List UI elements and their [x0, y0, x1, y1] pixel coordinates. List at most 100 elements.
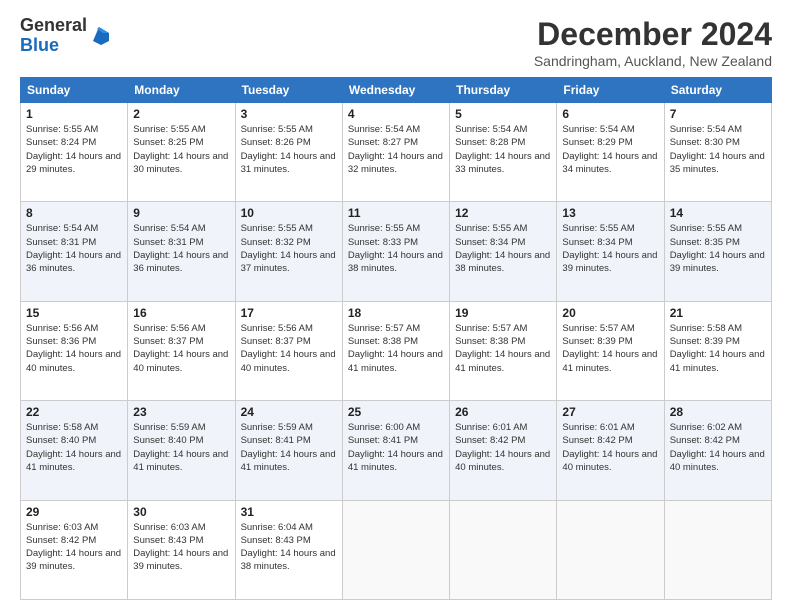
day-detail: Sunrise: 6:01 AMSunset: 8:42 PMDaylight:…: [562, 422, 657, 473]
day-number: 14: [670, 206, 766, 220]
day-number: 18: [348, 306, 444, 320]
day-detail: Sunrise: 5:55 AMSunset: 8:26 PMDaylight:…: [241, 124, 336, 175]
table-row: 22 Sunrise: 5:58 AMSunset: 8:40 PMDaylig…: [21, 401, 128, 500]
table-row: 30 Sunrise: 6:03 AMSunset: 8:43 PMDaylig…: [128, 500, 235, 599]
day-detail: Sunrise: 5:55 AMSunset: 8:25 PMDaylight:…: [133, 124, 228, 175]
day-detail: Sunrise: 5:55 AMSunset: 8:33 PMDaylight:…: [348, 223, 443, 274]
table-row: 28 Sunrise: 6:02 AMSunset: 8:42 PMDaylig…: [664, 401, 771, 500]
table-row: 2 Sunrise: 5:55 AMSunset: 8:25 PMDayligh…: [128, 103, 235, 202]
day-number: 1: [26, 107, 122, 121]
day-detail: Sunrise: 5:55 AMSunset: 8:35 PMDaylight:…: [670, 223, 765, 274]
day-number: 10: [241, 206, 337, 220]
table-row: 9 Sunrise: 5:54 AMSunset: 8:31 PMDayligh…: [128, 202, 235, 301]
logo-icon: [89, 25, 111, 47]
day-number: 30: [133, 505, 229, 519]
day-detail: Sunrise: 5:58 AMSunset: 8:39 PMDaylight:…: [670, 323, 765, 374]
table-row: 27 Sunrise: 6:01 AMSunset: 8:42 PMDaylig…: [557, 401, 664, 500]
day-number: 21: [670, 306, 766, 320]
calendar-page: General Blue December 2024 Sandringham, …: [0, 0, 792, 612]
table-row: 25 Sunrise: 6:00 AMSunset: 8:41 PMDaylig…: [342, 401, 449, 500]
header-row: Sunday Monday Tuesday Wednesday Thursday…: [21, 78, 772, 103]
table-row: 3 Sunrise: 5:55 AMSunset: 8:26 PMDayligh…: [235, 103, 342, 202]
day-detail: Sunrise: 5:59 AMSunset: 8:41 PMDaylight:…: [241, 422, 336, 473]
day-detail: Sunrise: 5:58 AMSunset: 8:40 PMDaylight:…: [26, 422, 121, 473]
day-number: 17: [241, 306, 337, 320]
table-row: 19 Sunrise: 5:57 AMSunset: 8:38 PMDaylig…: [450, 301, 557, 400]
day-detail: Sunrise: 6:01 AMSunset: 8:42 PMDaylight:…: [455, 422, 550, 473]
table-row: 17 Sunrise: 5:56 AMSunset: 8:37 PMDaylig…: [235, 301, 342, 400]
day-number: 7: [670, 107, 766, 121]
logo: General Blue: [20, 16, 111, 56]
day-detail: Sunrise: 5:55 AMSunset: 8:34 PMDaylight:…: [562, 223, 657, 274]
day-number: 2: [133, 107, 229, 121]
table-row: 29 Sunrise: 6:03 AMSunset: 8:42 PMDaylig…: [21, 500, 128, 599]
table-row: 1 Sunrise: 5:55 AMSunset: 8:24 PMDayligh…: [21, 103, 128, 202]
day-number: 29: [26, 505, 122, 519]
day-detail: Sunrise: 5:54 AMSunset: 8:29 PMDaylight:…: [562, 124, 657, 175]
title-block: December 2024 Sandringham, Auckland, New…: [534, 16, 772, 69]
col-tuesday: Tuesday: [235, 78, 342, 103]
day-number: 6: [562, 107, 658, 121]
day-number: 5: [455, 107, 551, 121]
day-number: 24: [241, 405, 337, 419]
day-detail: Sunrise: 5:54 AMSunset: 8:28 PMDaylight:…: [455, 124, 550, 175]
day-detail: Sunrise: 5:55 AMSunset: 8:24 PMDaylight:…: [26, 124, 121, 175]
table-row: [557, 500, 664, 599]
day-number: 28: [670, 405, 766, 419]
day-detail: Sunrise: 5:54 AMSunset: 8:30 PMDaylight:…: [670, 124, 765, 175]
day-detail: Sunrise: 5:55 AMSunset: 8:34 PMDaylight:…: [455, 223, 550, 274]
table-row: 10 Sunrise: 5:55 AMSunset: 8:32 PMDaylig…: [235, 202, 342, 301]
day-detail: Sunrise: 6:03 AMSunset: 8:43 PMDaylight:…: [133, 522, 228, 573]
day-detail: Sunrise: 6:04 AMSunset: 8:43 PMDaylight:…: [241, 522, 336, 573]
table-row: 15 Sunrise: 5:56 AMSunset: 8:36 PMDaylig…: [21, 301, 128, 400]
col-saturday: Saturday: [664, 78, 771, 103]
day-number: 31: [241, 505, 337, 519]
table-row: 16 Sunrise: 5:56 AMSunset: 8:37 PMDaylig…: [128, 301, 235, 400]
day-number: 4: [348, 107, 444, 121]
day-number: 27: [562, 405, 658, 419]
calendar-table: Sunday Monday Tuesday Wednesday Thursday…: [20, 77, 772, 600]
day-number: 20: [562, 306, 658, 320]
day-detail: Sunrise: 5:56 AMSunset: 8:36 PMDaylight:…: [26, 323, 121, 374]
location: Sandringham, Auckland, New Zealand: [534, 53, 772, 69]
table-row: 23 Sunrise: 5:59 AMSunset: 8:40 PMDaylig…: [128, 401, 235, 500]
table-row: 13 Sunrise: 5:55 AMSunset: 8:34 PMDaylig…: [557, 202, 664, 301]
table-row: 24 Sunrise: 5:59 AMSunset: 8:41 PMDaylig…: [235, 401, 342, 500]
day-number: 25: [348, 405, 444, 419]
col-wednesday: Wednesday: [342, 78, 449, 103]
day-detail: Sunrise: 5:57 AMSunset: 8:38 PMDaylight:…: [348, 323, 443, 374]
table-row: 21 Sunrise: 5:58 AMSunset: 8:39 PMDaylig…: [664, 301, 771, 400]
day-detail: Sunrise: 5:54 AMSunset: 8:27 PMDaylight:…: [348, 124, 443, 175]
day-detail: Sunrise: 6:03 AMSunset: 8:42 PMDaylight:…: [26, 522, 121, 573]
table-row: 8 Sunrise: 5:54 AMSunset: 8:31 PMDayligh…: [21, 202, 128, 301]
table-row: 31 Sunrise: 6:04 AMSunset: 8:43 PMDaylig…: [235, 500, 342, 599]
day-detail: Sunrise: 5:55 AMSunset: 8:32 PMDaylight:…: [241, 223, 336, 274]
col-sunday: Sunday: [21, 78, 128, 103]
day-number: 23: [133, 405, 229, 419]
table-row: 11 Sunrise: 5:55 AMSunset: 8:33 PMDaylig…: [342, 202, 449, 301]
table-row: [342, 500, 449, 599]
day-number: 13: [562, 206, 658, 220]
table-row: 18 Sunrise: 5:57 AMSunset: 8:38 PMDaylig…: [342, 301, 449, 400]
day-detail: Sunrise: 5:59 AMSunset: 8:40 PMDaylight:…: [133, 422, 228, 473]
day-detail: Sunrise: 6:00 AMSunset: 8:41 PMDaylight:…: [348, 422, 443, 473]
logo-general: General: [20, 16, 87, 36]
table-row: [664, 500, 771, 599]
day-number: 16: [133, 306, 229, 320]
day-detail: Sunrise: 5:57 AMSunset: 8:38 PMDaylight:…: [455, 323, 550, 374]
day-detail: Sunrise: 5:57 AMSunset: 8:39 PMDaylight:…: [562, 323, 657, 374]
day-number: 19: [455, 306, 551, 320]
table-row: 6 Sunrise: 5:54 AMSunset: 8:29 PMDayligh…: [557, 103, 664, 202]
day-number: 22: [26, 405, 122, 419]
day-number: 3: [241, 107, 337, 121]
col-friday: Friday: [557, 78, 664, 103]
table-row: [450, 500, 557, 599]
day-number: 11: [348, 206, 444, 220]
table-row: 14 Sunrise: 5:55 AMSunset: 8:35 PMDaylig…: [664, 202, 771, 301]
col-thursday: Thursday: [450, 78, 557, 103]
day-detail: Sunrise: 5:54 AMSunset: 8:31 PMDaylight:…: [26, 223, 121, 274]
day-detail: Sunrise: 5:56 AMSunset: 8:37 PMDaylight:…: [133, 323, 228, 374]
table-row: 7 Sunrise: 5:54 AMSunset: 8:30 PMDayligh…: [664, 103, 771, 202]
day-detail: Sunrise: 5:56 AMSunset: 8:37 PMDaylight:…: [241, 323, 336, 374]
header: General Blue December 2024 Sandringham, …: [20, 16, 772, 69]
